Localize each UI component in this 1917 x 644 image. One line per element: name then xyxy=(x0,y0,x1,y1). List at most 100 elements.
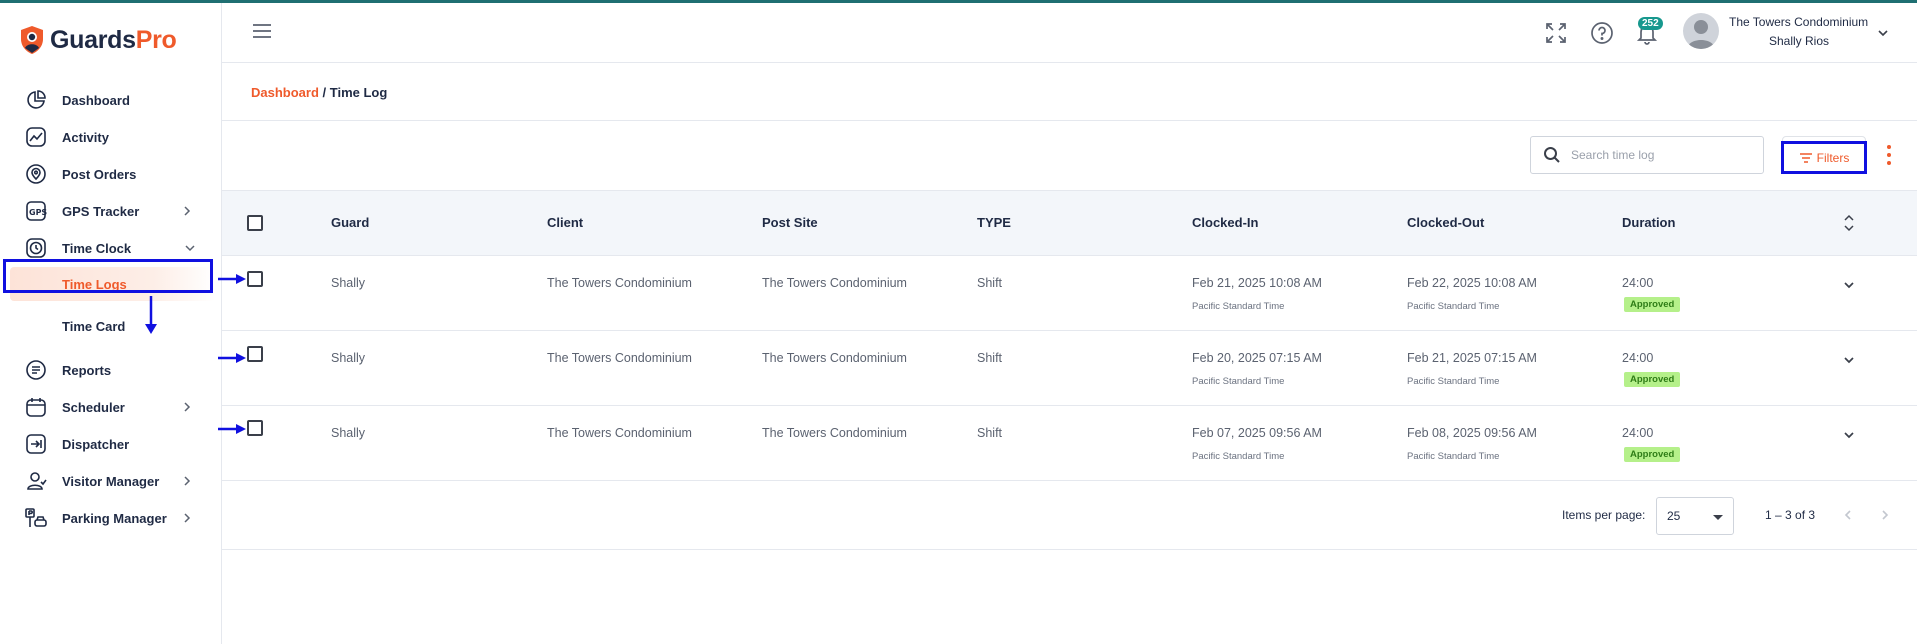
top-header: 252 The Towers Condominium Shally Rios xyxy=(222,3,1917,63)
user-icon xyxy=(27,472,47,490)
fullscreen-icon[interactable] xyxy=(1544,21,1568,45)
cell-clocked-out: Feb 22, 2025 10:08 AM xyxy=(1407,276,1537,290)
filters-button[interactable]: Filters xyxy=(1781,141,1867,174)
right-arrow-annotation-icon xyxy=(218,274,246,284)
breadcrumb-root-link[interactable]: Dashboard xyxy=(251,85,319,100)
cell-clocked-in-timezone: Pacific Standard Time xyxy=(1192,301,1285,312)
sidebar-item-dashboard[interactable]: Dashboard xyxy=(0,82,222,118)
hamburger-menu-icon[interactable] xyxy=(252,23,272,39)
cell-clocked-in-timezone: Pacific Standard Time xyxy=(1192,451,1285,462)
column-header-clocked-in[interactable]: Clocked-In xyxy=(1192,215,1258,230)
notification-count-badge: 252 xyxy=(1638,17,1663,30)
breadcrumb-current: Time Log xyxy=(329,85,388,100)
cell-type: Shift xyxy=(977,351,1003,365)
sidebar-item-post-orders[interactable]: Post Orders xyxy=(0,156,222,192)
chevron-down-icon[interactable] xyxy=(1876,26,1890,40)
sidebar-item-label: Visitor Manager xyxy=(62,473,160,489)
table-row[interactable]: Shally The Towers Condominium The Towers… xyxy=(222,256,1917,331)
chevron-right-icon xyxy=(184,206,191,216)
cell-clocked-in: Feb 21, 2025 10:08 AM xyxy=(1192,276,1322,290)
table-row[interactable]: Shally The Towers Condominium The Towers… xyxy=(222,331,1917,406)
cell-post-site: The Towers Condominium xyxy=(762,426,907,440)
brand-logo[interactable]: GuardsPro xyxy=(20,25,177,55)
pagination-bar: Items per page: 25 1 – 3 of 3 xyxy=(222,480,1917,550)
row-checkbox[interactable] xyxy=(247,420,263,436)
sidebar-item-gps-tracker[interactable]: GPS GPS Tracker xyxy=(0,193,222,229)
column-header-client[interactable]: Client xyxy=(547,215,583,230)
cell-clocked-in: Feb 20, 2025 07:15 AM xyxy=(1192,351,1322,365)
search-input[interactable] xyxy=(1571,146,1751,164)
column-header-type[interactable]: TYPE xyxy=(977,215,1011,230)
calendar-icon xyxy=(26,398,46,417)
time-clock-highlight-box xyxy=(3,259,213,293)
sidebar-item-dispatcher[interactable]: Dispatcher xyxy=(0,426,222,462)
user-name: Shally Rios xyxy=(1769,34,1830,48)
sidebar-item-reports[interactable]: Reports xyxy=(0,352,222,388)
expand-chevron-down-icon[interactable] xyxy=(1842,278,1856,292)
chevron-down-icon xyxy=(185,245,195,252)
items-per-page-select[interactable]: 25 xyxy=(1656,497,1734,535)
status-badge: Approved xyxy=(1624,372,1681,387)
sidebar-item-label: Parking Manager xyxy=(62,510,167,526)
column-header-clocked-out[interactable]: Clocked-Out xyxy=(1407,215,1484,230)
right-arrow-annotation-icon xyxy=(218,424,246,434)
select-all-checkbox[interactable] xyxy=(247,215,263,231)
dispatch-icon xyxy=(26,434,46,454)
sidebar-item-label: Scheduler xyxy=(62,399,125,415)
sidebar-item-label: Reports xyxy=(62,362,112,378)
sidebar-item-label: Time Card xyxy=(62,318,126,334)
cell-clocked-in-timezone: Pacific Standard Time xyxy=(1192,376,1285,387)
help-icon[interactable] xyxy=(1590,21,1614,45)
cell-guard: Shally xyxy=(331,426,366,440)
column-header-guard[interactable]: Guard xyxy=(331,215,369,230)
row-checkbox[interactable] xyxy=(247,346,263,362)
organization-name: The Towers Condominium xyxy=(1729,15,1869,29)
gps-icon: GPS xyxy=(26,201,47,221)
brand-name: GuardsPro xyxy=(50,25,177,54)
dropdown-caret-icon xyxy=(1713,515,1723,520)
avatar[interactable] xyxy=(1683,13,1719,49)
next-page-icon[interactable] xyxy=(1878,508,1892,522)
sidebar-item-scheduler[interactable]: Scheduler xyxy=(0,389,222,425)
expand-chevron-down-icon[interactable] xyxy=(1842,353,1856,367)
sidebar-item-label: Post Orders xyxy=(62,166,137,182)
row-checkbox[interactable] xyxy=(247,271,263,287)
previous-page-icon[interactable] xyxy=(1841,508,1855,522)
cell-duration: 24:00 xyxy=(1622,426,1654,440)
sidebar-item-parking-manager[interactable]: Parking Manager xyxy=(0,500,222,536)
location-pin-icon xyxy=(26,164,46,184)
sidebar-subitem-time-card[interactable]: Time Card xyxy=(10,309,215,343)
cell-duration: 24:00 xyxy=(1622,276,1654,290)
cell-type: Shift xyxy=(977,426,1003,440)
user-avatar-icon xyxy=(1687,20,1715,49)
cell-clocked-out: Feb 08, 2025 09:56 AM xyxy=(1407,426,1537,440)
sidebar-item-activity[interactable]: Activity xyxy=(0,119,222,155)
items-per-page-label: Items per page: xyxy=(1562,508,1646,522)
cell-guard: Shally xyxy=(331,351,366,365)
more-options-icon[interactable] xyxy=(1885,144,1893,166)
table-row[interactable]: Shally The Towers Condominium The Towers… xyxy=(222,406,1917,481)
cell-clocked-out-timezone: Pacific Standard Time xyxy=(1407,376,1500,387)
items-per-page-value: 25 xyxy=(1667,509,1681,523)
table-header: Guard Client Post Site TYPE Clocked-In C… xyxy=(222,190,1917,256)
search-box[interactable] xyxy=(1530,136,1764,174)
parking-icon xyxy=(25,508,47,527)
cell-client: The Towers Condominium xyxy=(547,351,692,365)
cell-clocked-out-timezone: Pacific Standard Time xyxy=(1407,451,1500,462)
cell-client: The Towers Condominium xyxy=(547,426,692,440)
right-arrow-annotation-icon xyxy=(218,353,246,363)
expand-chevron-down-icon[interactable] xyxy=(1842,428,1856,442)
chevron-right-icon xyxy=(184,402,191,412)
sort-icon[interactable] xyxy=(1842,212,1856,234)
column-header-duration[interactable]: Duration xyxy=(1622,215,1675,230)
down-arrow-annotation-icon xyxy=(145,296,157,334)
sidebar-item-label: Activity xyxy=(62,129,109,145)
search-icon xyxy=(1544,147,1560,163)
column-header-post-site[interactable]: Post Site xyxy=(762,215,818,230)
sidebar-item-label: GPS Tracker xyxy=(62,203,140,219)
sidebar-item-visitor-manager[interactable]: Visitor Manager xyxy=(0,463,222,499)
activity-chart-icon xyxy=(26,127,46,147)
shield-logo-icon xyxy=(21,26,43,54)
svg-text:GPS: GPS xyxy=(29,208,47,217)
cell-type: Shift xyxy=(977,276,1003,290)
